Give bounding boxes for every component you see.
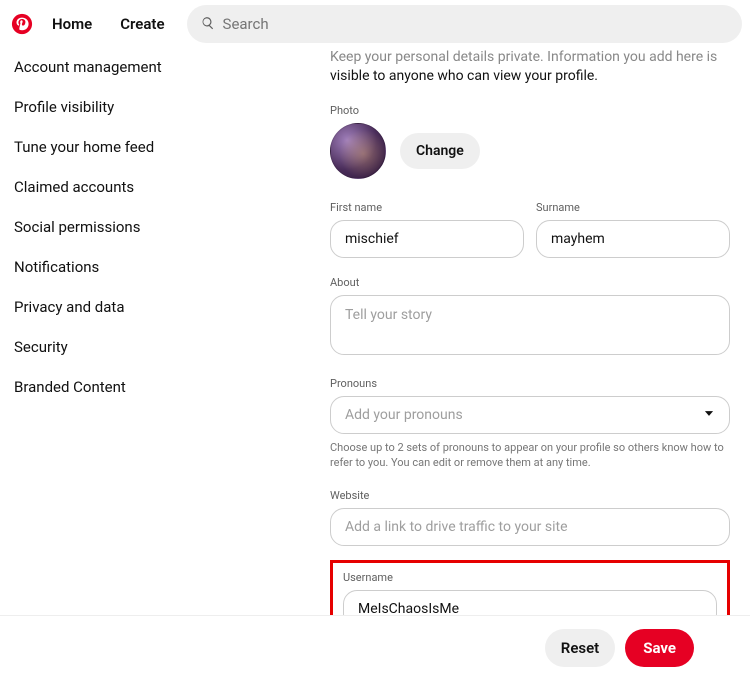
about-textarea[interactable] [330, 295, 730, 355]
photo-label: Photo [330, 104, 730, 117]
avatar[interactable] [330, 123, 386, 179]
change-photo-button[interactable]: Change [400, 133, 480, 169]
sidebar-item-claimed-accounts[interactable]: Claimed accounts [14, 170, 200, 210]
sidebar-item-account-management[interactable]: Account management [14, 50, 200, 90]
sidebar-item-profile-visibility[interactable]: Profile visibility [14, 90, 200, 130]
pronouns-select[interactable] [330, 396, 730, 434]
footer-bar: Reset Save [0, 615, 750, 679]
search-input[interactable] [223, 15, 728, 33]
save-button[interactable]: Save [625, 629, 694, 667]
surname-input[interactable] [536, 220, 730, 258]
website-input[interactable] [330, 508, 730, 546]
username-label: Username [343, 571, 717, 584]
pronouns-hint: Choose up to 2 sets of pronouns to appea… [330, 440, 730, 471]
sidebar-item-notifications[interactable]: Notifications [14, 250, 200, 290]
settings-sidebar: Account management Profile visibility Tu… [0, 48, 200, 668]
sidebar-item-security[interactable]: Security [14, 330, 200, 370]
sidebar-item-privacy-data[interactable]: Privacy and data [14, 290, 200, 330]
surname-label: Surname [536, 201, 730, 214]
pronouns-label: Pronouns [330, 377, 730, 390]
photo-row: Change [330, 123, 730, 179]
sidebar-item-tune-home-feed[interactable]: Tune your home feed [14, 130, 200, 170]
search-wrap [187, 5, 742, 43]
search-box[interactable] [187, 5, 742, 43]
nav-create[interactable]: Create [108, 7, 176, 41]
profile-edit-main: Keep your personal details private. Info… [200, 48, 750, 668]
profile-description-line1: Keep your personal details private. Info… [330, 49, 717, 65]
profile-description: Keep your personal details private. Info… [330, 48, 730, 86]
profile-description-line2: visible to anyone who can view your prof… [330, 68, 598, 84]
website-label: Website [330, 489, 730, 502]
top-bar: Home Create [0, 0, 750, 48]
about-label: About [330, 276, 730, 289]
first-name-input[interactable] [330, 220, 524, 258]
pinterest-logo-icon[interactable] [8, 10, 36, 38]
search-icon [201, 15, 223, 34]
sidebar-item-branded-content[interactable]: Branded Content [14, 370, 200, 410]
nav-home[interactable]: Home [40, 7, 104, 41]
sidebar-item-social-permissions[interactable]: Social permissions [14, 210, 200, 250]
first-name-label: First name [330, 201, 524, 214]
reset-button[interactable]: Reset [545, 629, 615, 667]
